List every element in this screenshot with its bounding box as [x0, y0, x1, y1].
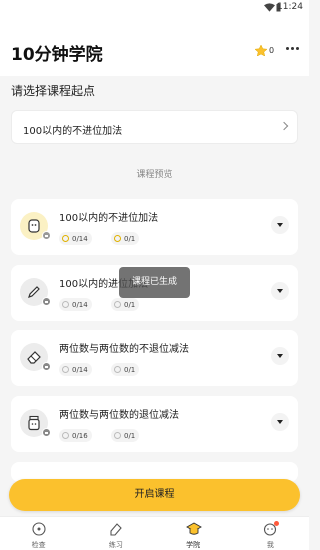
expand-button[interactable] [271, 347, 289, 365]
check-icon [32, 522, 46, 536]
check-badge-icon [42, 231, 51, 240]
notification-dot [274, 521, 280, 526]
practice-icon [110, 523, 122, 536]
academy-icon [186, 522, 203, 535]
start-point-select[interactable]: 100以内的不进位加法 [11, 110, 298, 144]
tab-label: 我 [266, 541, 274, 549]
course-name: 100以内的不进位加法 [59, 213, 159, 224]
bread-icon [28, 219, 40, 233]
more-icon[interactable] [286, 47, 299, 50]
lesson-icon [62, 366, 69, 373]
app-title: 10分钟学院 [11, 45, 103, 65]
star-count: 0 [269, 46, 275, 55]
lock-icon [42, 362, 51, 371]
lesson-icon [62, 432, 69, 439]
course-card[interactable]: 两位数与两位数的退位减法 0/16 0/1 [11, 396, 298, 452]
toast-message: 课程已生成 [119, 267, 190, 298]
tab-bar: 检查 练习 学院 我 [0, 516, 309, 550]
status-time: 11:24 [277, 2, 303, 12]
expand-button[interactable] [271, 413, 289, 431]
lesson-progress: 0/14 [59, 298, 92, 311]
preview-title: 课程预览 [136, 170, 173, 180]
wifi-icon [264, 3, 275, 12]
course-name: 两位数与两位数的不退位减法 [59, 344, 189, 355]
lesson-progress: 0/14 [59, 363, 92, 376]
test-progress: 0/1 [111, 363, 140, 376]
test-progress: 0/1 [111, 429, 140, 442]
jar-icon [28, 415, 40, 431]
tab-label: 检查 [31, 541, 46, 549]
tab-label: 学院 [186, 541, 201, 549]
lesson-progress: 0/14 [59, 232, 92, 245]
section-title: 请选择课程起点 [11, 84, 96, 98]
start-point-value: 100以内的不进位加法 [23, 126, 123, 137]
tab-check[interactable]: 检查 [0, 517, 77, 550]
play-icon [114, 366, 121, 373]
star-counter[interactable]: 0 [255, 45, 274, 56]
start-course-button[interactable]: 开启课程 [9, 479, 300, 511]
lesson-icon [62, 301, 69, 308]
preview-heading: 课程预览 [0, 167, 309, 180]
expand-button[interactable] [271, 282, 289, 300]
lock-icon [42, 297, 51, 306]
play-icon [114, 235, 121, 242]
tab-practice[interactable]: 练习 [77, 517, 154, 550]
play-icon [114, 432, 121, 439]
expand-button[interactable] [271, 216, 289, 234]
lesson-progress: 0/16 [59, 429, 92, 442]
chevron-right-icon [279, 121, 289, 131]
crown-icon [255, 45, 267, 56]
status-bar: 11:24 [0, 0, 309, 16]
course-card[interactable]: 100以内的不进位加法 0/14 0/1 [11, 199, 298, 255]
test-progress: 0/1 [111, 298, 140, 311]
course-card[interactable]: 两位数与两位数的不退位减法 0/14 0/1 [11, 330, 298, 386]
tab-label: 练习 [108, 541, 123, 549]
eraser-icon [27, 351, 41, 364]
pencil-icon [28, 286, 40, 298]
lesson-icon [62, 235, 69, 242]
tab-academy[interactable]: 学院 [155, 517, 232, 550]
test-progress: 0/1 [111, 232, 140, 245]
header: 10分钟学院 0 [0, 16, 309, 76]
tab-profile[interactable]: 我 [232, 517, 309, 550]
course-name: 两位数与两位数的退位减法 [59, 410, 179, 421]
lock-icon [42, 428, 51, 437]
play-icon [114, 301, 121, 308]
